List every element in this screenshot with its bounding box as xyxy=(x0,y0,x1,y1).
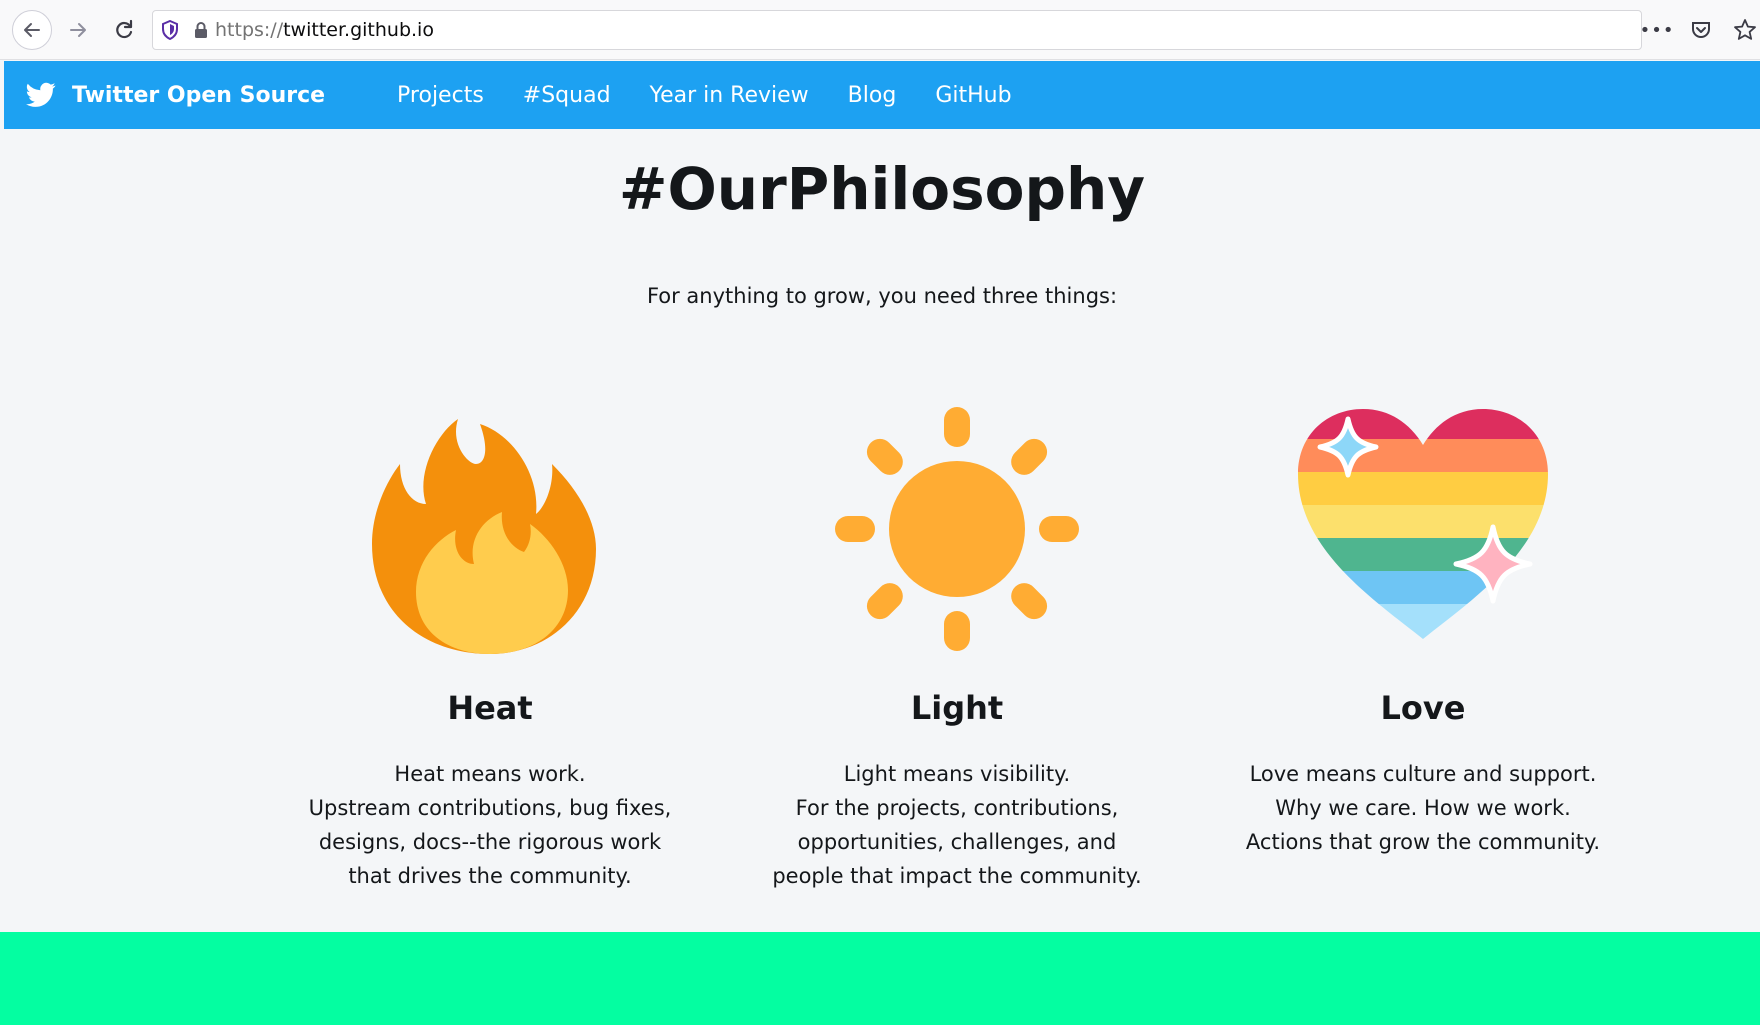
back-button[interactable] xyxy=(12,10,52,50)
url-host: twitter.github.io xyxy=(283,19,434,41)
pocket-icon[interactable] xyxy=(1686,15,1716,45)
page-subtitle: For anything to grow, you need three thi… xyxy=(646,284,1118,308)
bookmark-star-icon[interactable] xyxy=(1730,15,1760,45)
philosophy-section: #OurPhilosophy For anything to grow, you… xyxy=(4,129,1760,932)
tracking-protection-icon[interactable] xyxy=(153,11,187,49)
arrow-left-icon xyxy=(24,23,40,37)
reload-icon xyxy=(116,19,133,39)
love-column: Love Love means culture and support. Why… xyxy=(1203,399,1643,859)
lock-icon[interactable] xyxy=(187,11,215,49)
brand-link[interactable]: Twitter Open Source xyxy=(4,82,325,108)
site-header: Twitter Open Source Projects #Squad Year… xyxy=(4,61,1760,129)
page-title: #OurPhilosophy xyxy=(618,155,1146,223)
love-description: Love means culture and support. Why we c… xyxy=(1203,757,1643,859)
page-actions-icon[interactable]: ••• xyxy=(1640,15,1674,45)
sun-icon xyxy=(835,407,1079,651)
nav-year-in-review[interactable]: Year in Review xyxy=(650,83,809,108)
url-protocol: https:// xyxy=(215,19,284,41)
url-text: https://twitter.github.io xyxy=(215,19,434,41)
arrow-right-icon xyxy=(70,23,86,37)
love-title: Love xyxy=(1380,689,1466,727)
light-description: Light means visibility. For the projects… xyxy=(737,757,1177,893)
heat-line: designs, docs--the rigorous work xyxy=(318,830,662,854)
nav-blog[interactable]: Blog xyxy=(848,83,897,108)
brand-title: Twitter Open Source xyxy=(72,82,326,108)
heat-line: that drives the community. xyxy=(348,864,632,888)
main-nav: Projects #Squad Year in Review Blog GitH… xyxy=(397,83,1012,108)
nav-github[interactable]: GitHub xyxy=(935,83,1011,108)
rainbow-heart-icon xyxy=(1298,409,1548,639)
toolbar-actions: ••• xyxy=(1640,14,1760,46)
heat-description: Heat means work. Upstream contributions,… xyxy=(270,757,710,893)
bottom-band xyxy=(0,932,1760,1025)
heat-column: Heat Heat means work. Upstream contribut… xyxy=(270,399,710,893)
address-bar[interactable]: https://twitter.github.io xyxy=(152,10,1642,50)
nav-squad[interactable]: #Squad xyxy=(523,83,611,108)
light-line: For the projects, contributions, xyxy=(795,796,1119,820)
love-line: Actions that grow the community. xyxy=(1245,830,1601,854)
forward-button[interactable] xyxy=(60,12,96,48)
love-line: Love means culture and support. xyxy=(1249,762,1597,786)
reload-button[interactable] xyxy=(106,12,142,48)
heat-line: Upstream contributions, bug fixes, xyxy=(308,796,672,820)
nav-projects[interactable]: Projects xyxy=(397,83,484,108)
light-title: Light xyxy=(910,689,1004,727)
light-line: people that impact the community. xyxy=(772,864,1142,888)
love-line: Why we care. How we work. xyxy=(1275,796,1571,820)
light-column: Light Light means visibility. For the pr… xyxy=(737,399,1177,893)
fire-icon xyxy=(372,419,596,654)
browser-toolbar: https://twitter.github.io ••• xyxy=(0,0,1760,60)
twitter-bird-icon xyxy=(26,82,56,107)
heat-title: Heat xyxy=(447,689,533,727)
light-line: Light means visibility. xyxy=(843,762,1071,786)
light-line: opportunities, challenges, and xyxy=(797,830,1117,854)
heat-line: Heat means work. xyxy=(394,762,586,786)
